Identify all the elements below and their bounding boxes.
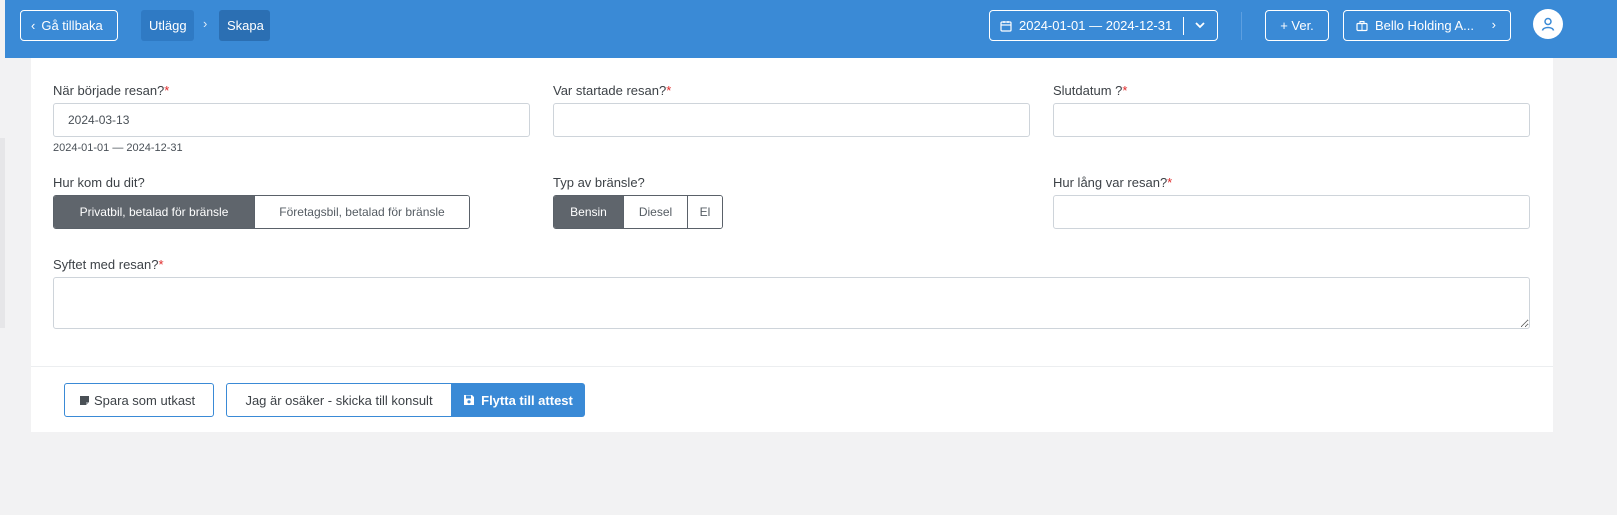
fuel-option-el[interactable]: El: [687, 196, 722, 228]
briefcase-icon: [1356, 20, 1368, 32]
move-to-attest-label: Flytta till attest: [481, 392, 573, 408]
breadcrumb-separator-icon: ›: [203, 16, 208, 31]
back-button-label: Gå tillbaka: [41, 18, 103, 33]
move-to-attest-button[interactable]: Flytta till attest: [451, 383, 585, 417]
start-date-label: När började resan?*: [53, 83, 170, 98]
fuel-option-bensin[interactable]: Bensin: [554, 196, 623, 228]
new-voucher-button[interactable]: + Ver.: [1265, 10, 1329, 41]
required-marker: *: [158, 257, 164, 272]
chevron-down-icon[interactable]: [1193, 18, 1207, 32]
fuel-option-diesel[interactable]: Diesel: [623, 196, 687, 228]
chevron-left-icon: ‹: [31, 18, 36, 33]
start-date-input[interactable]: 2024-03-13: [53, 103, 530, 137]
fuel-label: Typ av bränsle?: [553, 175, 645, 190]
required-marker: *: [1122, 83, 1128, 98]
purpose-label: Syftet med resan?*: [53, 257, 164, 272]
end-date-input[interactable]: [1053, 103, 1530, 137]
user-avatar[interactable]: [1533, 9, 1563, 39]
end-date-label: Slutdatum ?*: [1053, 83, 1128, 98]
user-icon: [1540, 16, 1556, 32]
save-draft-button[interactable]: Spara som utkast: [64, 383, 214, 417]
travel-expense-form: När började resan?* 2024-03-13 2024-01-0…: [31, 58, 1553, 432]
date-range-label: 2024-01-01 — 2024-12-31: [1019, 18, 1173, 33]
transport-toggle: Privatbil, betalad för bränsle Företagsb…: [53, 195, 470, 229]
calendar-icon: [1000, 20, 1012, 32]
required-marker: *: [666, 83, 672, 98]
save-icon: [463, 394, 475, 406]
chevron-right-icon: ›: [1491, 17, 1496, 32]
company-label: Bello Holding A...: [1375, 18, 1475, 33]
distance-label: Hur lång var resan?*: [1053, 175, 1173, 190]
company-selector[interactable]: Bello Holding A... ›: [1343, 10, 1511, 41]
fuel-toggle: Bensin Diesel El: [553, 195, 723, 229]
breadcrumb-skapa[interactable]: Skapa: [219, 10, 270, 41]
transport-option-private-car[interactable]: Privatbil, betalad för bränsle: [54, 196, 254, 228]
save-draft-label: Spara som utkast: [94, 392, 196, 408]
start-date-range-hint: 2024-01-01 — 2024-12-31: [53, 142, 183, 154]
footer-divider: [31, 366, 1553, 367]
left-panel-edge: [0, 138, 5, 328]
top-bar: ‹ Gå tillbaka Utlägg › Skapa 2024-01-01 …: [5, 0, 1617, 58]
date-range-picker[interactable]: 2024-01-01 — 2024-12-31: [989, 10, 1218, 41]
start-place-label: Var startade resan?*: [553, 83, 672, 98]
required-marker: *: [164, 83, 170, 98]
topbar-divider: [1241, 12, 1242, 40]
date-range-divider: [1183, 17, 1184, 35]
send-to-consultant-button[interactable]: Jag är osäker - skicka till konsult: [226, 383, 452, 417]
distance-input[interactable]: [1053, 195, 1530, 229]
back-button[interactable]: ‹ Gå tillbaka: [20, 10, 118, 41]
transport-label: Hur kom du dit?: [53, 175, 145, 190]
required-marker: *: [1167, 175, 1173, 190]
transport-option-company-car[interactable]: Företagsbil, betalad för bränsle: [254, 196, 469, 228]
start-place-input[interactable]: [553, 103, 1030, 137]
note-icon: [79, 395, 90, 406]
purpose-textarea[interactable]: [53, 277, 1530, 329]
breadcrumb-utlagg[interactable]: Utlägg: [141, 10, 194, 41]
